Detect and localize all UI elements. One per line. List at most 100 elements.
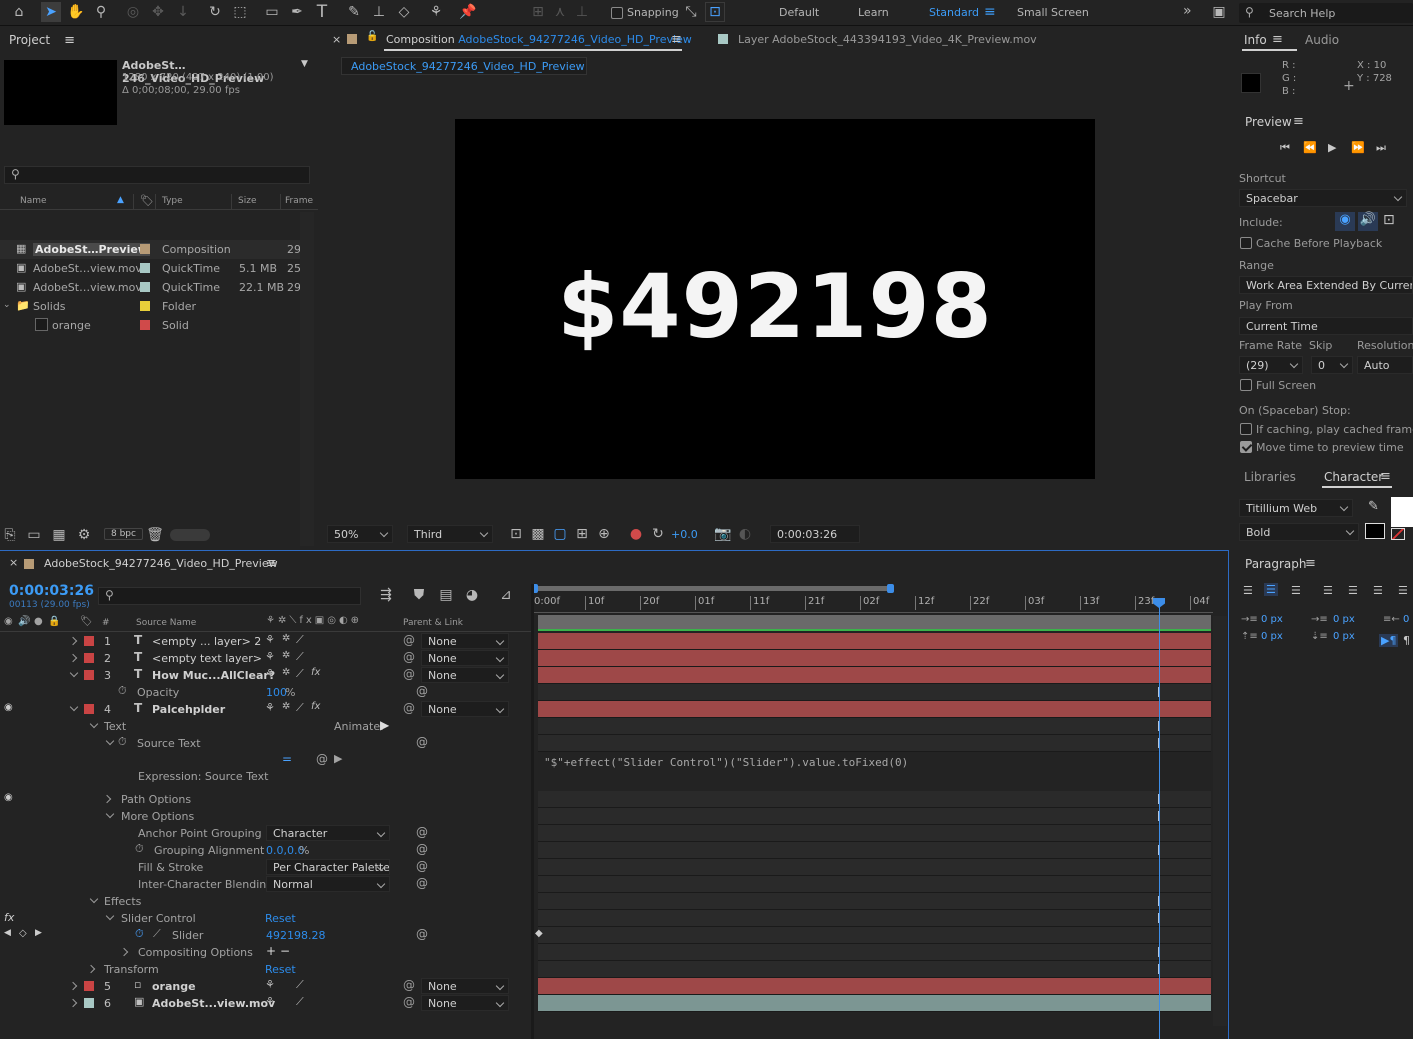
if-caching-checkbox[interactable] <box>1240 423 1252 435</box>
justify-right-icon[interactable]: ☰ <box>1373 584 1383 597</box>
info-menu-icon[interactable]: ≡ <box>1272 32 1283 47</box>
snapping-checkbox[interactable] <box>611 7 623 19</box>
graph-icon[interactable]: ⟋ <box>153 927 161 941</box>
no-stroke-swatch[interactable] <box>1391 528 1405 540</box>
expand-icon[interactable] <box>102 794 112 804</box>
comp-text-layer[interactable]: $492198 <box>557 255 993 358</box>
character-menu-icon[interactable]: ≡ <box>1380 469 1391 484</box>
quality-switch-icon[interactable]: ⟋ <box>296 978 304 992</box>
layer-name[interactable]: <empty ... layer> 2 <box>152 635 261 648</box>
brush-tool-icon[interactable]: ✎ <box>344 2 364 22</box>
clone-stamp-tool-icon[interactable]: ⊥ <box>369 2 389 22</box>
video-toggle-icon[interactable]: ◉ <box>4 616 13 627</box>
cache-before-playback-checkbox[interactable] <box>1240 237 1252 249</box>
trash-icon[interactable]: 🗑 <box>145 525 165 545</box>
collapse-icon[interactable] <box>89 719 99 729</box>
collapse-switch-icon[interactable]: ✲ <box>282 667 290 678</box>
axis-icon[interactable]: ⋏ <box>550 2 570 22</box>
roto-brush-tool-icon[interactable]: ⚘ <box>426 2 446 22</box>
comp-canvas[interactable]: $492198 <box>455 119 1095 479</box>
timeline-scrollbar[interactable] <box>1213 616 1227 1026</box>
layer-duration-bar[interactable] <box>538 995 1211 1012</box>
work-area-bar[interactable] <box>535 586 891 591</box>
expand-icon[interactable] <box>68 981 78 991</box>
column-type[interactable]: Type <box>162 196 183 206</box>
workspace-small-screen[interactable]: Small Screen <box>1017 6 1089 19</box>
include-audio-icon[interactable]: 🔊 <box>1358 212 1378 231</box>
comp-breadcrumb[interactable]: AdobeStock_94277246_Video_HD_Preview <box>341 57 587 75</box>
expand-icon[interactable] <box>68 998 78 1008</box>
shy-switch-icon[interactable]: ⚘ <box>265 995 275 1008</box>
project-row[interactable]: ▦AdobeSt…PreviewComposition29⚇ <box>0 240 310 259</box>
project-row[interactable]: ▣ AdobeSt…view.mov QuickTime 5.1 MB 25 <box>0 259 301 278</box>
expression-editor[interactable]: "$"+effect("Slider Control")("Slider").v… <box>538 752 1211 788</box>
shy-switch-icon[interactable]: ⚘ <box>265 633 275 646</box>
font-family-select[interactable]: Titillium Web <box>1239 499 1353 517</box>
animate-add-icon[interactable]: ▶ <box>380 718 389 732</box>
eyedropper-icon[interactable]: ✎ <box>1368 499 1379 514</box>
orbit-tool-icon[interactable]: ◎ <box>123 2 143 22</box>
draft-3d-icon[interactable]: ⛊ <box>409 585 429 605</box>
frame-rate-select[interactable]: (29) <box>1239 356 1303 374</box>
layer-row[interactable]: 1 T <empty ... layer> 2 ⚘ ✲ ⟋ @ None <box>0 633 531 650</box>
rtl-text-icon[interactable]: ¶ <box>1403 634 1410 647</box>
home-icon[interactable]: ⌂ <box>9 2 29 22</box>
workspace-learn[interactable]: Learn <box>858 6 889 19</box>
align-center-icon[interactable]: ☰ <box>1264 583 1278 596</box>
info-tab[interactable]: Info <box>1244 33 1267 47</box>
frame-blending-icon[interactable]: ▤ <box>436 585 456 605</box>
pen-tool-icon[interactable]: ✒ <box>287 2 307 22</box>
layer-duration-bar[interactable] <box>538 650 1211 667</box>
include-video-icon[interactable]: ◉ <box>1335 212 1355 231</box>
project-scrollbar[interactable] <box>300 212 314 546</box>
next-keyframe-icon[interactable]: ▶ <box>35 928 42 938</box>
zoom-tool-icon[interactable]: ⚲ <box>91 2 111 22</box>
parent-pickwhip-icon[interactable]: @ <box>403 633 415 647</box>
show-snapshot-icon[interactable]: ◐ <box>735 524 755 544</box>
preview-menu-icon[interactable]: ≡ <box>1293 114 1304 129</box>
paragraph-title[interactable]: Paragraph <box>1245 557 1306 571</box>
color-management-icon[interactable]: ● <box>626 524 646 544</box>
expression-pickwhip-icon[interactable]: @ <box>416 825 428 839</box>
project-settings-icon[interactable]: ⚙ <box>74 525 94 545</box>
justify-left-icon[interactable]: ☰ <box>1323 584 1333 597</box>
resolution-select[interactable]: Third <box>407 525 493 543</box>
justify-center-icon[interactable]: ☰ <box>1348 584 1358 597</box>
fx-icon[interactable]: fx <box>4 911 14 924</box>
audio-tab[interactable]: Audio <box>1305 33 1339 47</box>
pan-tool-icon[interactable]: ✥ <box>148 2 168 22</box>
search-help[interactable]: ⚲ Search Help <box>1239 3 1413 23</box>
parent-select[interactable]: None <box>421 995 509 1011</box>
expand-icon[interactable] <box>86 964 96 974</box>
expression-pickwhip-icon[interactable]: @ <box>416 859 428 873</box>
layer-row[interactable]: 2 T <empty text layer> ⚘ ✲ ⟋ @ None <box>0 650 531 667</box>
parent-select[interactable]: None <box>421 701 509 717</box>
first-frame-icon[interactable]: ⏮ <box>1280 141 1290 155</box>
transform-reset[interactable]: Reset <box>265 963 296 976</box>
timeline-close-icon[interactable]: × <box>9 556 18 569</box>
workspace-toggle-icon[interactable]: ▣ <box>1209 2 1229 22</box>
opacity-value[interactable]: 100 <box>266 686 287 699</box>
folder-expand-icon[interactable]: ⌄ <box>3 300 11 310</box>
thumbnail-slider[interactable] <box>170 529 210 541</box>
align-icon[interactable]: ⊞ <box>528 2 548 22</box>
project-row[interactable]: orange Solid <box>0 316 300 335</box>
last-frame-icon[interactable]: ⏭ <box>1376 141 1386 155</box>
current-time[interactable]: 0:00:03:26 <box>9 583 94 599</box>
layer-name[interactable]: AdobeSt...view.mov <box>152 997 275 1010</box>
space-after-value[interactable]: 0 px <box>1333 631 1355 642</box>
space-before-value[interactable]: 0 px <box>1261 631 1283 642</box>
snap-edges-icon[interactable]: ⤡ <box>681 2 701 22</box>
rotate-tool-icon[interactable]: ↻ <box>205 2 225 22</box>
type-tool-icon[interactable]: T <box>312 2 332 22</box>
collapse-icon[interactable] <box>89 894 99 904</box>
parent-pickwhip-icon[interactable]: @ <box>403 701 415 715</box>
rectangle-tool-icon[interactable]: ▭ <box>262 2 282 22</box>
layer-label-swatch[interactable] <box>84 981 94 991</box>
label-swatch[interactable] <box>140 320 150 330</box>
comp-tab-close-icon[interactable]: × <box>332 33 341 46</box>
snapshot-icon[interactable]: 📷 <box>713 524 733 544</box>
layer-duration-bar[interactable] <box>538 978 1211 995</box>
align-left-icon[interactable]: ☰ <box>1243 584 1253 597</box>
quality-switch-icon[interactable]: ⟋ <box>296 667 304 681</box>
